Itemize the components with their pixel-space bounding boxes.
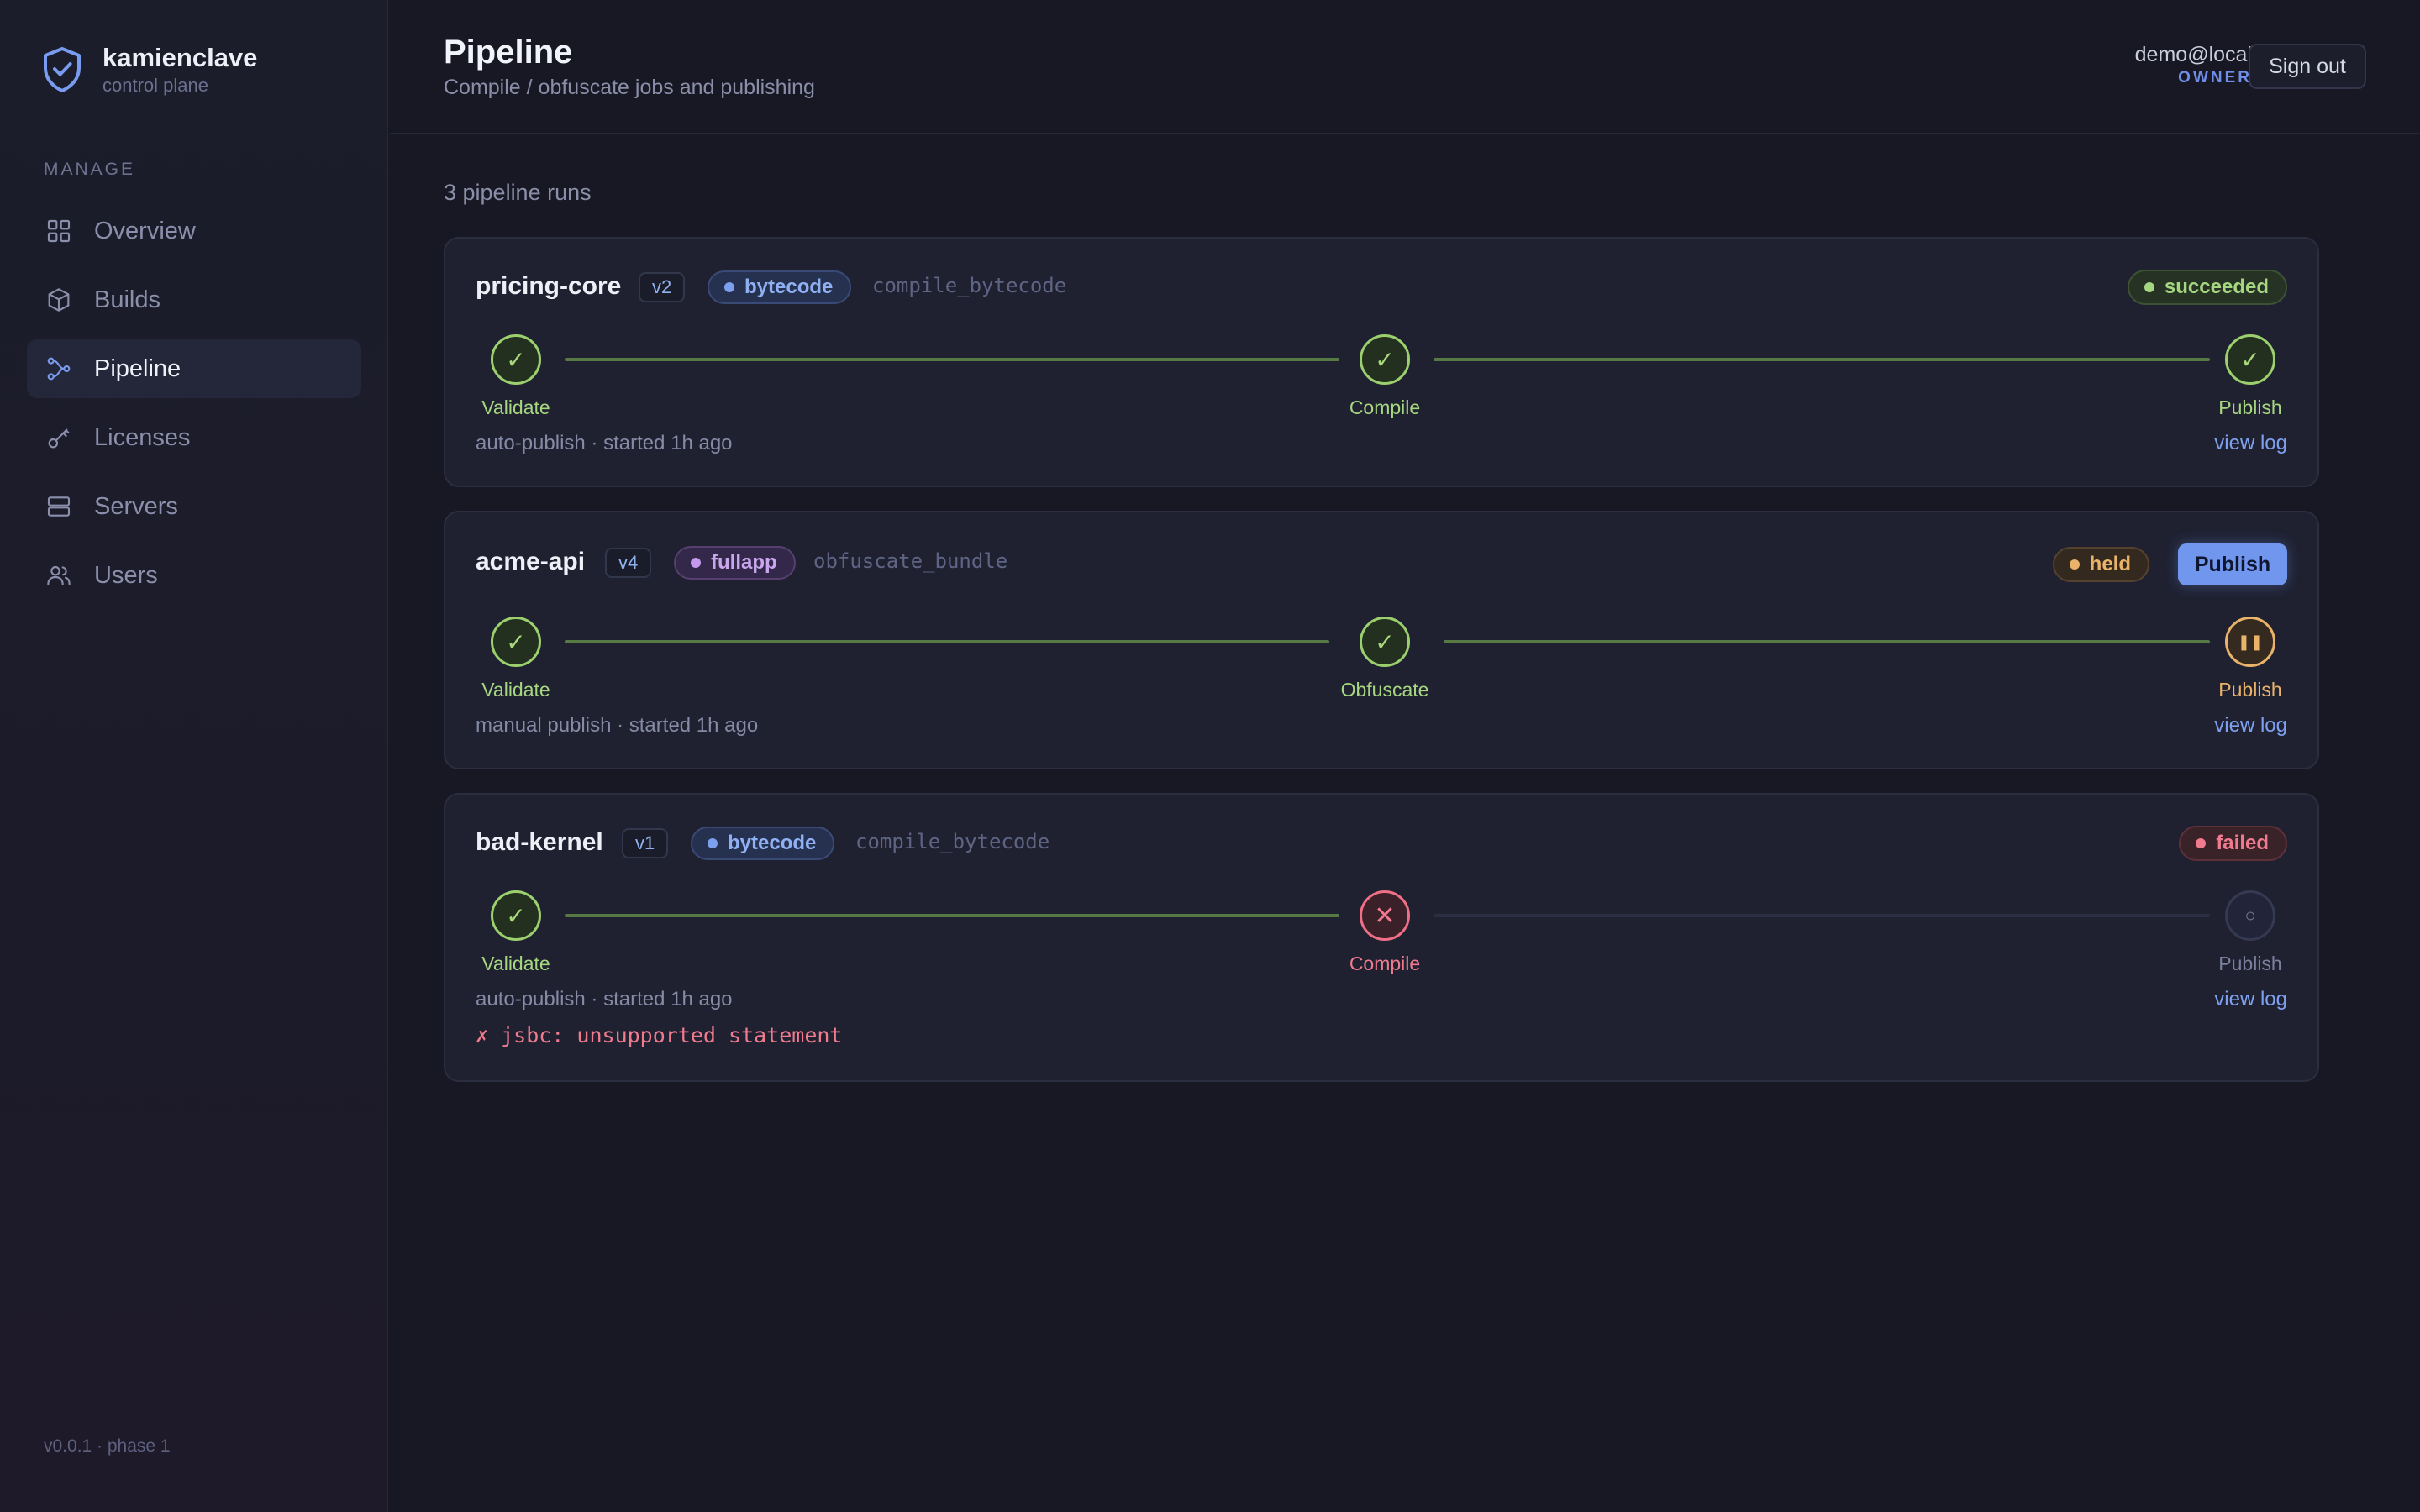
sidebar-item-servers[interactable]: Servers xyxy=(27,477,361,536)
sidebar-item-overview[interactable]: Overview xyxy=(27,202,361,260)
job-name: compile_bytecode xyxy=(872,274,1067,297)
server-icon xyxy=(47,496,71,517)
sidebar-item-label: Licenses xyxy=(94,423,191,451)
step-obfuscate-ok: ✓ xyxy=(1360,617,1410,667)
kind-badge: bytecode xyxy=(691,827,835,860)
step-connector xyxy=(1434,358,2210,361)
brand-subtitle: control plane xyxy=(103,75,208,96)
brand: kamienclave control plane xyxy=(42,42,257,97)
app-version: v0.0.1 · phase 1 xyxy=(44,1436,171,1456)
step-validate-ok: ✓ xyxy=(491,334,541,385)
sidebar-item-label: Servers xyxy=(94,492,178,520)
cube-icon xyxy=(48,288,70,312)
step-label: Publish xyxy=(2218,679,2282,701)
version-tag: v4 xyxy=(605,548,652,578)
sidebar-item-licenses[interactable]: Licenses xyxy=(27,408,361,467)
step-connector xyxy=(565,914,1339,917)
view-log-link[interactable]: view log xyxy=(2214,714,2287,738)
users-icon xyxy=(47,565,71,585)
status-label: failed xyxy=(2216,832,2269,854)
sidebar-item-label: Users xyxy=(94,561,158,589)
version-tag: v1 xyxy=(622,828,669,858)
page-header: Pipeline Compile / obfuscate jobs and pu… xyxy=(390,0,2420,134)
grid-icon xyxy=(47,219,71,243)
status-dot xyxy=(2069,559,2080,570)
publish-button[interactable]: Publish xyxy=(2178,543,2287,585)
x-icon: ✕ xyxy=(1360,890,1410,941)
kind-badge: bytecode xyxy=(708,270,852,304)
runs-count: 3 pipeline runs xyxy=(444,180,592,205)
sidebar-nav: Overview Builds Pipeline Licenses Server… xyxy=(27,202,361,615)
step-label: Compile xyxy=(1349,396,1421,418)
status-label: held xyxy=(2089,553,2131,575)
sidebar-item-users[interactable]: Users xyxy=(27,546,361,605)
kind-label: bytecode xyxy=(744,276,834,298)
user-info: demo@local OWNER xyxy=(2135,42,2252,89)
user-email: demo@local xyxy=(2134,43,2252,66)
sidebar-item-pipeline[interactable]: Pipeline xyxy=(27,339,361,398)
status-label: succeeded xyxy=(2164,276,2269,298)
status-badge: succeeded xyxy=(2127,270,2287,305)
run-name: bad-kernel xyxy=(476,828,603,856)
status-dot xyxy=(2144,282,2154,292)
step-compile-ok: ✓ xyxy=(1360,334,1410,385)
job-name: compile_bytecode xyxy=(855,830,1050,853)
shield-check-icon xyxy=(44,47,81,92)
pending-icon: ○ xyxy=(2225,890,2275,941)
kind-badge: fullapp xyxy=(674,546,796,580)
status-badge: held xyxy=(2052,547,2149,582)
nav-heading: MANAGE xyxy=(44,160,136,179)
sidebar: kamienclave control plane MANAGE Overvie… xyxy=(0,0,388,1512)
kind-dot xyxy=(691,558,701,568)
pipeline-run-card: acme-api v4 fullapp obfuscate_bundle hel… xyxy=(444,511,2319,769)
status-badge: failed xyxy=(2179,826,2287,861)
step-connector xyxy=(565,640,1329,643)
step-connector xyxy=(1434,914,2210,917)
step-label: Validate xyxy=(481,953,550,974)
run-meta: manual publish · started 1h ago xyxy=(476,714,759,737)
page-title: Pipeline xyxy=(444,34,573,71)
step-label: Compile xyxy=(1349,953,1421,974)
step-label: Validate xyxy=(481,396,550,418)
sign-out-button[interactable]: Sign out xyxy=(2249,44,2366,89)
error-message: ✗ jsbc: unsupported statement xyxy=(476,1023,843,1047)
pipeline-run-card: bad-kernel v1 bytecode compile_bytecode … xyxy=(444,793,2319,1082)
pipeline-run-card: pricing-core v2 bytecode compile_bytecod… xyxy=(444,237,2319,487)
run-name: pricing-core xyxy=(476,272,622,300)
step-validate-ok: ✓ xyxy=(491,890,541,941)
brand-name: kamienclave xyxy=(103,43,258,72)
step-connector xyxy=(565,358,1339,361)
job-name: obfuscate_bundle xyxy=(813,549,1008,573)
sidebar-item-builds[interactable]: Builds xyxy=(27,270,361,329)
kind-dot xyxy=(724,282,734,292)
kind-label: fullapp xyxy=(711,551,777,574)
pipeline-icon xyxy=(47,357,71,381)
sidebar-item-label: Builds xyxy=(94,286,160,313)
version-tag: v2 xyxy=(639,272,686,302)
key-icon xyxy=(48,428,70,449)
kind-label: bytecode xyxy=(728,832,817,854)
run-meta: auto-publish · started 1h ago xyxy=(476,988,733,1011)
step-label: Publish xyxy=(2218,396,2282,418)
sidebar-item-label: Overview xyxy=(94,217,196,244)
step-validate-ok: ✓ xyxy=(491,617,541,667)
page-subtitle: Compile / obfuscate jobs and publishing xyxy=(444,76,815,99)
status-dot xyxy=(2196,838,2207,848)
run-meta: auto-publish · started 1h ago xyxy=(476,432,733,454)
step-publish-ok: ✓ xyxy=(2225,334,2275,385)
step-label: Validate xyxy=(481,679,550,701)
sidebar-item-label: Pipeline xyxy=(94,354,182,382)
step-label: Obfuscate xyxy=(1340,679,1429,701)
kind-dot xyxy=(708,838,718,848)
run-name: acme-api xyxy=(476,548,586,575)
pause-icon: ❚❚ xyxy=(2225,617,2275,667)
view-log-link[interactable]: view log xyxy=(2214,432,2287,455)
step-connector xyxy=(1444,640,2210,643)
step-label: Publish xyxy=(2218,953,2282,974)
user-role: OWNER xyxy=(2178,69,2252,87)
view-log-link[interactable]: view log xyxy=(2214,988,2287,1011)
